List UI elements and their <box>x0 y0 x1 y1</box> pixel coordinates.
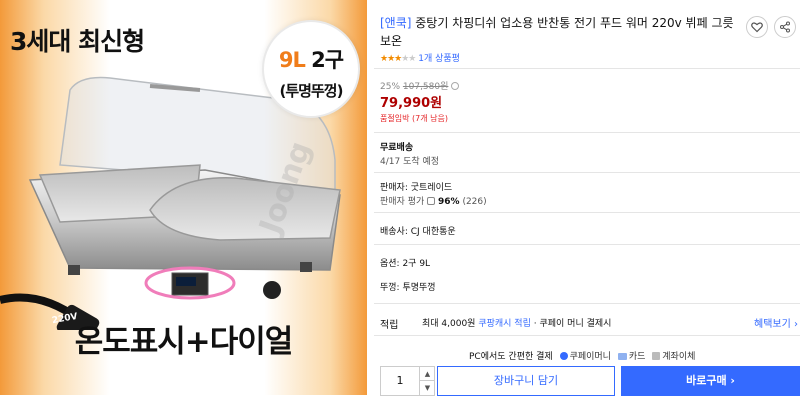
rating-stars: ★★★★★ <box>380 54 416 64</box>
payment-methods: PC에서도 간편한 결제 쿠페이머니 카드 계좌이체 <box>469 349 695 362</box>
quantity-stepper[interactable]: 1 ▲ ▼ <box>380 366 435 396</box>
pay-coupay[interactable]: 쿠페이머니 <box>559 352 611 362</box>
pay-card[interactable]: 카드 <box>617 352 645 362</box>
stock-warning: 품절임박 (7개 남음) <box>380 114 448 123</box>
payment-lead: PC에서도 간편한 결제 <box>469 352 553 362</box>
seller-rating-label: 판매자 평가 <box>380 197 425 207</box>
delivery-eta: 4/17 도착 예정 <box>380 157 440 167</box>
sale-price: 79,990원 <box>380 96 443 111</box>
quantity-input[interactable]: 1 <box>381 367 419 395</box>
card-icon <box>617 353 627 360</box>
divider <box>374 172 800 173</box>
product-title: [앤쿡] 중탕기 차핑디쉬 업소용 반찬통 전기 푸드 워머 220v 뷔페 그… <box>380 14 740 50</box>
quantity-decrease-button[interactable]: ▼ <box>419 381 435 395</box>
divider <box>374 303 800 304</box>
add-to-cart-button[interactable]: 장바구니 담기 <box>437 366 615 396</box>
divider <box>374 212 800 213</box>
coupang-cash-link[interactable]: 쿠팡캐시 적립 <box>478 319 531 329</box>
badge-capacity: 9L <box>278 48 306 72</box>
seller-rating-count: (226) <box>462 197 487 207</box>
pay-account[interactable]: 계좌이체 <box>652 352 695 362</box>
seller-rating: 판매자 평가 96% (226) <box>380 194 487 207</box>
share-button[interactable] <box>774 16 796 38</box>
product-info-panel: [앤쿡] 중탕기 차핑디쉬 업소용 반찬통 전기 푸드 워머 220v 뷔페 그… <box>374 0 800 404</box>
discount-info: 25% 107,580원 <box>380 79 460 92</box>
reward-text: 최대 4,000원 쿠팡캐시 적립 · 쿠페이 머니 결제시 <box>422 316 611 329</box>
shipping-carrier: 배송사: CJ 대한통운 <box>380 227 456 237</box>
reward-amount: 최대 4,000원 <box>422 319 479 329</box>
heart-icon <box>751 22 763 33</box>
divider <box>374 335 800 336</box>
delivery-type: 무료배송 <box>380 143 414 153</box>
headline: 3세대 최신형 <box>10 27 145 56</box>
divider <box>374 132 800 133</box>
original-price: 107,580원 <box>402 82 449 92</box>
badge-compartments: 2구 <box>304 48 344 72</box>
divider <box>374 68 800 69</box>
coupay-icon <box>559 352 568 360</box>
benefits-link[interactable]: 혜택보기 › <box>754 315 798 330</box>
seller-rating-value: 96% <box>438 197 460 207</box>
seller-name[interactable]: 판매자: 굿트레이드 <box>380 180 452 193</box>
reward-label: 적립 <box>380 320 399 331</box>
divider <box>374 244 800 245</box>
thumbs-up-icon <box>427 197 436 205</box>
share-icon <box>780 21 790 33</box>
review-count-link[interactable]: 1개 상품평 <box>418 54 460 64</box>
reward-condition: · 쿠페이 머니 결제시 <box>530 319 612 329</box>
capacity-badge: 9L 2구 (투명뚜껑) <box>262 20 360 118</box>
product-name: 중탕기 차핑디쉬 업소용 반찬통 전기 푸드 워머 220v 뷔페 그릇 보온 <box>380 16 734 48</box>
rating: ★★★★★ 1개 상품평 <box>380 51 460 64</box>
product-image[interactable]: 3세대 최신형 9L 2구 (투명뚜껑) 220V Joong 온도표시+다이얼 <box>0 0 367 395</box>
option-size[interactable]: 옵션: 2구 9L <box>380 256 430 269</box>
buy-now-button[interactable]: 바로구매 › <box>621 366 800 396</box>
feature-caption: 온도표시+다이얼 <box>74 324 294 360</box>
info-icon <box>451 82 460 90</box>
badge-lid: (투명뚜껑) <box>279 82 344 100</box>
option-lid[interactable]: 뚜껑: 투명뚜껑 <box>380 280 436 293</box>
discount-rate: 25% <box>380 82 401 92</box>
quantity-increase-button[interactable]: ▲ <box>419 367 435 381</box>
bank-icon <box>652 352 661 360</box>
wishlist-button[interactable] <box>746 16 768 38</box>
brand-link[interactable]: [앤쿡] <box>380 16 411 30</box>
